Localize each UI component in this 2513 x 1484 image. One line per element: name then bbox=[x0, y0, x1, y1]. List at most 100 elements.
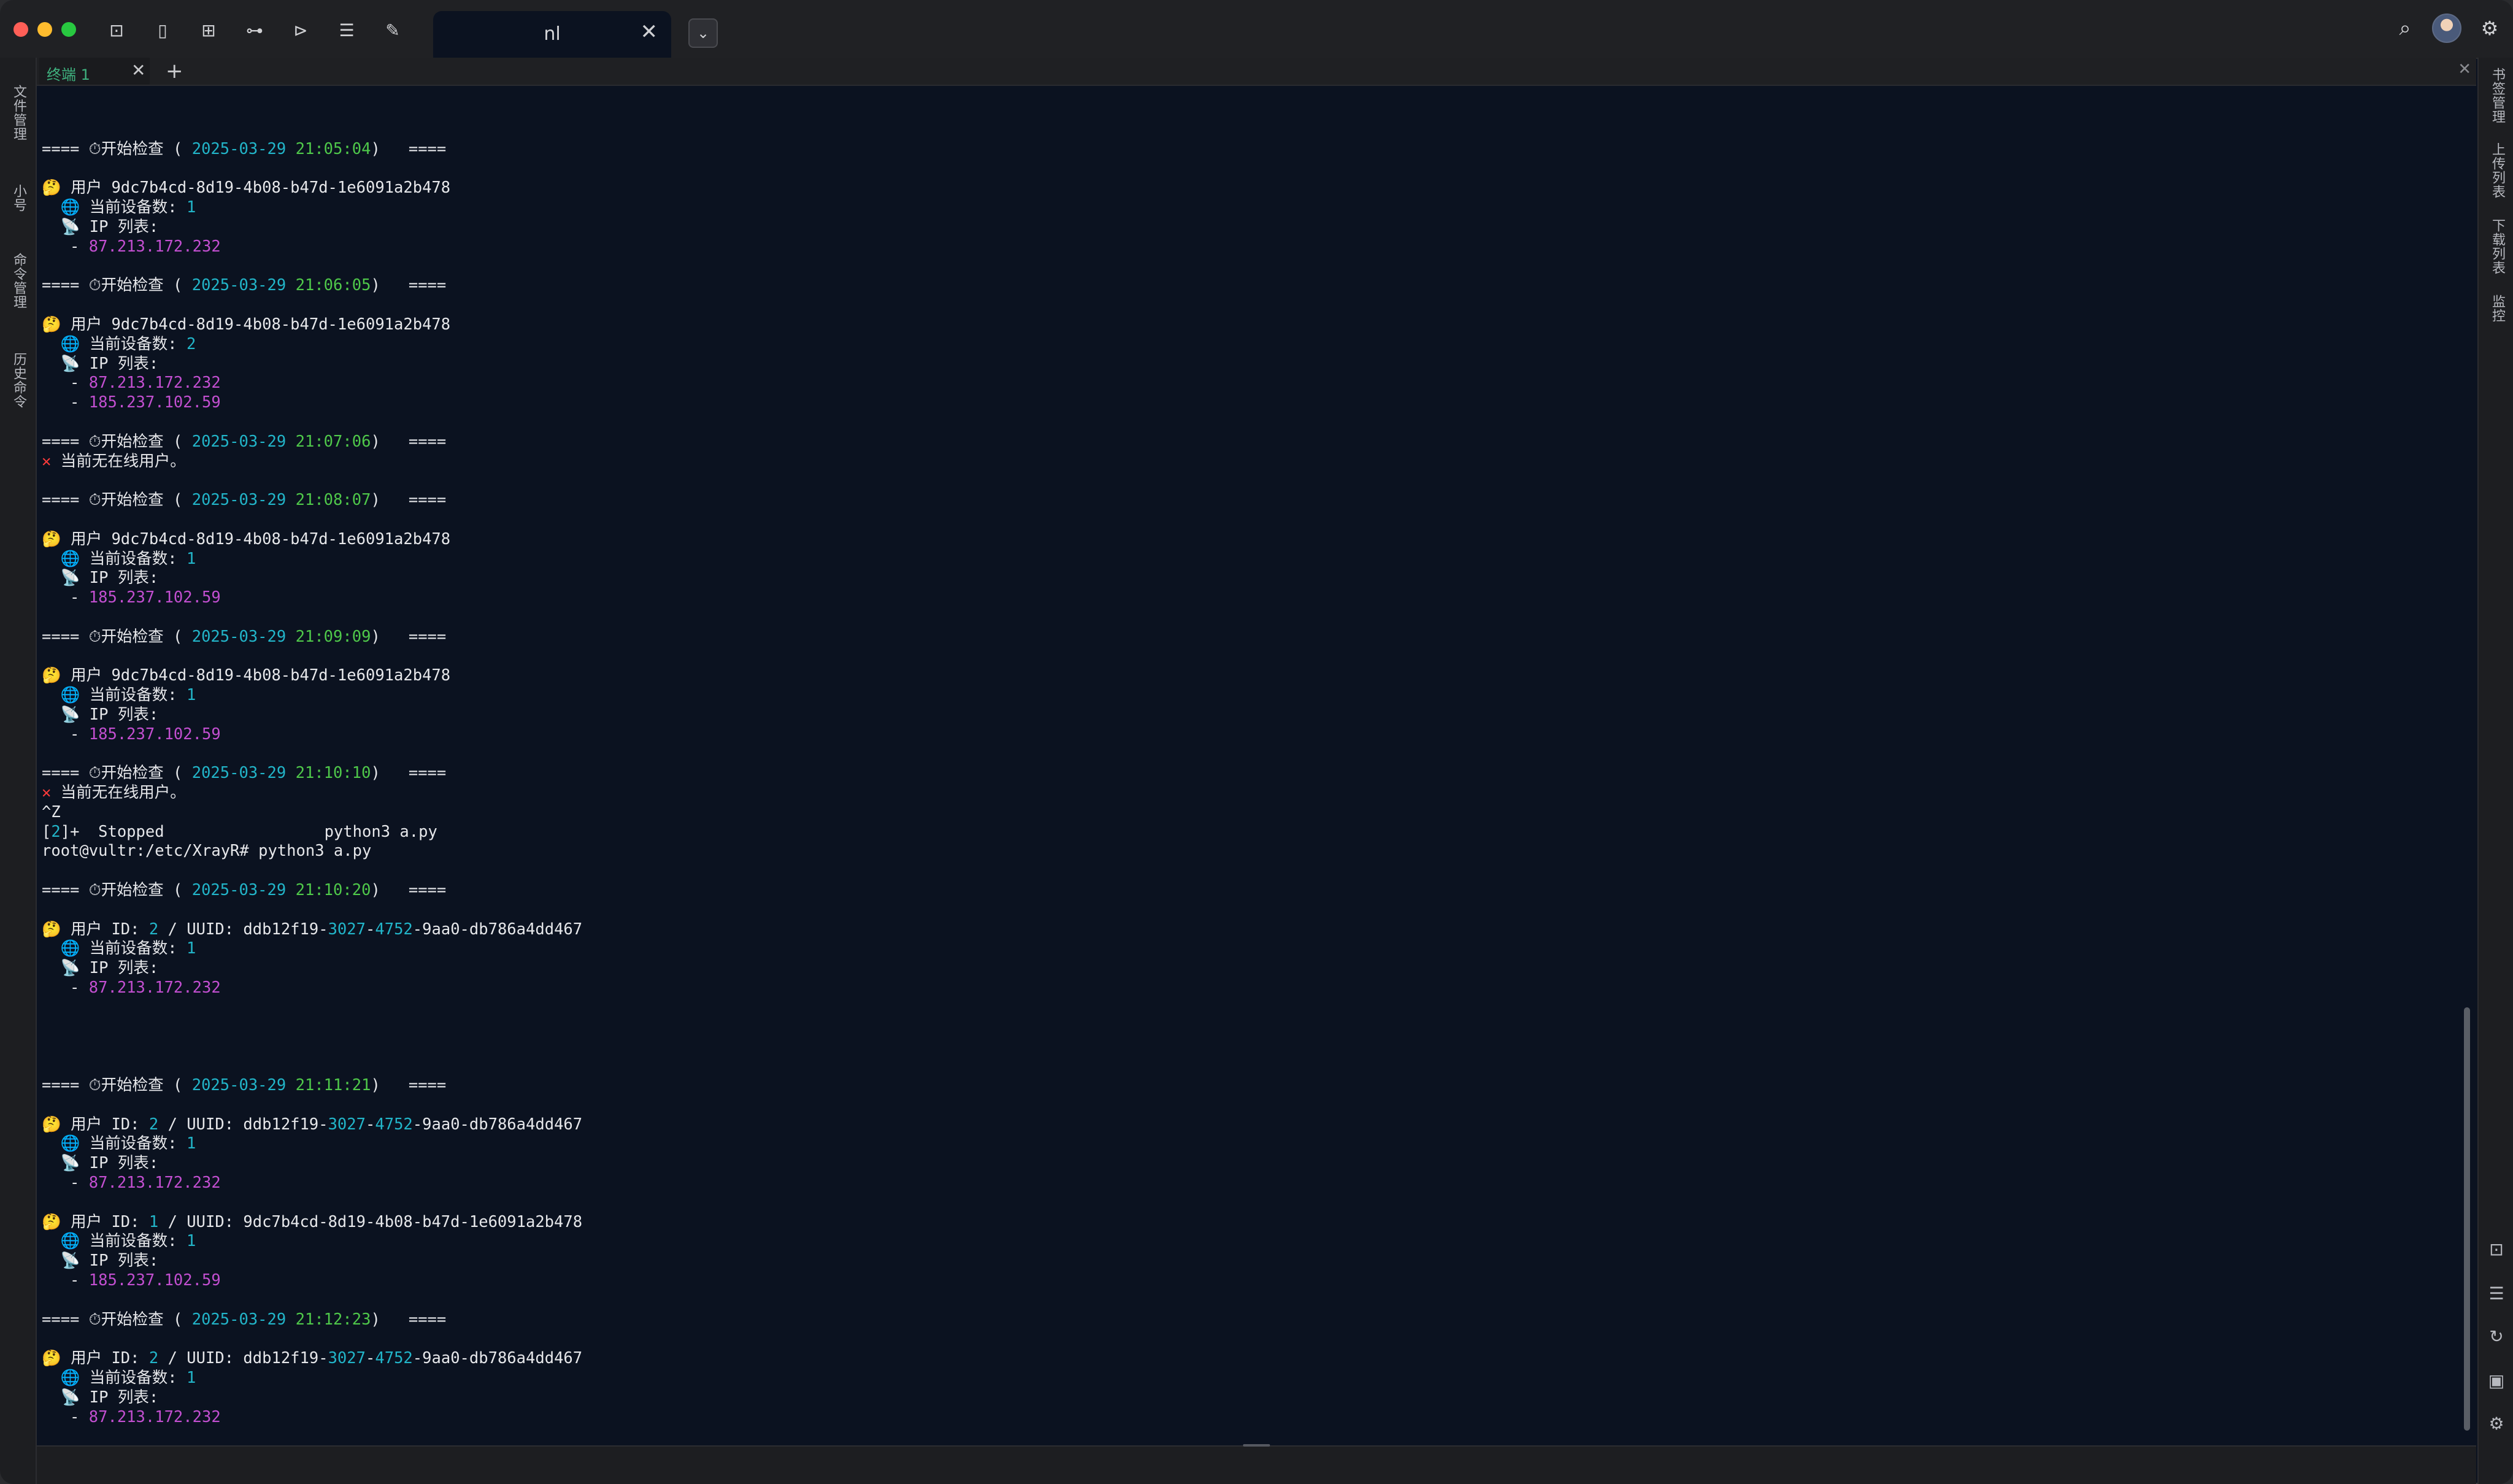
terminal-text: ==== ⏱开始检查 ( bbox=[42, 276, 192, 295]
right-sidebar: 书签管理 上传列表 下载列表 监控 ⊡ ☰ ↻ ▣ ⚙ bbox=[2477, 58, 2513, 1484]
terminal-text: ) ==== bbox=[371, 1310, 447, 1329]
terminal-line: ==== ⏱开始检查 ( 2025-03-29 21:06:05) ==== bbox=[42, 276, 2434, 296]
avatar[interactable] bbox=[2432, 13, 2461, 43]
terminal-output[interactable]: ==== ⏱开始检查 ( 2025-03-29 21:05:04) ==== 🤔… bbox=[37, 86, 2476, 1445]
terminal-text: 1 bbox=[187, 686, 196, 705]
terminal-line: 📡 IP 列表: bbox=[42, 569, 2434, 588]
terminal-line: ==== ⏱开始检查 ( 2025-03-29 21:10:10) ==== bbox=[42, 764, 2434, 783]
session-close-icon[interactable]: ✕ bbox=[131, 60, 145, 80]
terminal-text: -9aa0-db786a4dd467 bbox=[412, 1349, 583, 1368]
terminal-text: 2 bbox=[148, 1349, 159, 1368]
terminal-icon[interactable]: ⊡ bbox=[2484, 1237, 2509, 1263]
terminal-text: / UUID: ddb12f19- bbox=[158, 920, 328, 939]
wrench-icon[interactable]: ✎ bbox=[380, 18, 405, 43]
maximize-window-button[interactable] bbox=[61, 22, 76, 37]
terminal-text: - bbox=[42, 978, 89, 998]
list-icon[interactable]: ☰ bbox=[2484, 1281, 2509, 1307]
terminal-text: 🌐 当前设备数: bbox=[42, 198, 187, 217]
close-window-button[interactable] bbox=[13, 22, 28, 37]
terminal-text: [ bbox=[42, 822, 52, 841]
terminal-text: - bbox=[42, 725, 89, 744]
terminal-text: 21:08:07 bbox=[295, 491, 371, 510]
terminal-text: - bbox=[42, 1271, 89, 1290]
list-icon[interactable]: ☰ bbox=[334, 18, 359, 43]
terminal-text: 2025-03-29 bbox=[191, 881, 287, 900]
tab-terminal-1[interactable]: 终端 1 ✕ bbox=[39, 58, 150, 85]
gear-icon[interactable]: ⚙ bbox=[2476, 15, 2503, 42]
terminal-text: 📡 IP 列表: bbox=[42, 1388, 159, 1407]
terminal-scrollbar[interactable] bbox=[2464, 1007, 2470, 1431]
terminal-line: 📡 IP 列表: bbox=[42, 959, 2434, 978]
terminal-text: 21:11:21 bbox=[295, 1076, 371, 1095]
terminal-text: 21:10:20 bbox=[295, 881, 371, 900]
terminal-text: 4752 bbox=[375, 1349, 413, 1368]
terminal-text: 🤔 用户 9dc7b4cd-8d19-4b08-b47d-1e6091a2b47… bbox=[42, 315, 451, 334]
terminal-text: ) ==== bbox=[371, 276, 447, 295]
terminal-text: 1 bbox=[148, 1212, 159, 1231]
search-icon[interactable]: ⌕ bbox=[2392, 15, 2419, 42]
document-icon[interactable]: ▯ bbox=[150, 18, 175, 43]
sidebar-item-downloads[interactable]: 下载列表 bbox=[2486, 218, 2507, 275]
save-icon[interactable]: ▣ bbox=[2484, 1368, 2509, 1394]
gear-icon[interactable]: ⚙ bbox=[2484, 1411, 2509, 1437]
layout-icon[interactable]: ⊞ bbox=[196, 18, 221, 43]
tab-close-icon[interactable]: ✕ bbox=[641, 20, 658, 44]
terminal-text: 1 bbox=[187, 1232, 196, 1251]
terminal-line: 🌐 当前设备数: 1 bbox=[42, 1134, 2434, 1154]
terminal-line: 🌐 当前设备数: 1 bbox=[42, 939, 2434, 959]
add-session-button[interactable]: + bbox=[166, 59, 183, 83]
terminal-line: 🌐 当前设备数: 1 bbox=[42, 1369, 2434, 1388]
chevron-down-icon[interactable]: ⌄ bbox=[688, 18, 718, 48]
terminal-text: ==== ⏱开始检查 ( bbox=[42, 1076, 192, 1095]
tab-nl[interactable]: nl ✕ bbox=[433, 11, 671, 58]
terminal-text: 1 bbox=[187, 198, 196, 217]
sidebar-item-bookmarks[interactable]: 书签管理 bbox=[2486, 67, 2507, 124]
terminal-text: - bbox=[366, 920, 375, 939]
terminal-line: 🌐 当前设备数: 1 bbox=[42, 550, 2434, 569]
terminal-line: 🤔 用户 9dc7b4cd-8d19-4b08-b47d-1e6091a2b47… bbox=[42, 315, 2434, 335]
terminal-line: ==== ⏱开始检查 ( 2025-03-29 21:09:09) ==== bbox=[42, 628, 2434, 647]
sidebar-item-file-manager[interactable]: 文件管理 bbox=[7, 85, 28, 141]
terminal-line: 🌐 当前设备数: 1 bbox=[42, 198, 2434, 218]
terminal-text: / UUID: 9dc7b4cd-8d19-4b08-b47d-1e6091a2… bbox=[158, 1212, 583, 1231]
panel-resize-handle[interactable] bbox=[1243, 1444, 1270, 1447]
tab-title: nl bbox=[544, 23, 561, 45]
sidebar-item-alias[interactable]: 小号 bbox=[7, 184, 28, 212]
terminal-text: 🤔 用户 ID: bbox=[42, 1349, 149, 1368]
terminal-text: 2 bbox=[187, 334, 196, 353]
terminal-line: - 87.213.172.232 bbox=[42, 1174, 2434, 1193]
terminal-text: 🌐 当前设备数: bbox=[42, 686, 187, 705]
terminal-line: 🌐 当前设备数: 1 bbox=[42, 1232, 2434, 1251]
minimize-window-button[interactable] bbox=[37, 22, 52, 37]
terminal-line: 🤔 用户 ID: 1 / UUID: 9dc7b4cd-8d19-4b08-b4… bbox=[42, 1213, 2434, 1232]
terminal-line: - 87.213.172.232 bbox=[42, 978, 2434, 998]
new-terminal-icon[interactable]: ⊡ bbox=[104, 18, 129, 43]
terminal-text: / UUID: ddb12f19- bbox=[158, 1349, 328, 1368]
sidebar-item-monitor[interactable]: 监控 bbox=[2486, 294, 2507, 323]
terminal-text: 📡 IP 列表: bbox=[42, 1251, 159, 1271]
panel-close-icon[interactable]: ✕ bbox=[2458, 60, 2471, 79]
terminal-line: ✕ 当前无在线用户。 bbox=[42, 452, 2434, 472]
sidebar-item-history[interactable]: 历史命令 bbox=[7, 352, 28, 409]
terminal-text: 📡 IP 列表: bbox=[42, 569, 159, 588]
tree-icon[interactable]: ⊶ bbox=[242, 18, 267, 43]
terminal-text: 📡 IP 列表: bbox=[42, 959, 159, 978]
terminal-text: 2025-03-29 bbox=[191, 627, 287, 646]
refresh-icon[interactable]: ↻ bbox=[2484, 1324, 2509, 1350]
terminal-text: - bbox=[366, 1349, 375, 1368]
shell-icon[interactable]: ⊳ bbox=[288, 18, 313, 43]
sidebar-item-command-manager[interactable]: 命令管理 bbox=[7, 253, 28, 309]
terminal-text: 🌐 当前设备数: bbox=[42, 1134, 187, 1153]
sidebar-item-uploads[interactable]: 上传列表 bbox=[2486, 142, 2507, 199]
terminal-text: 📡 IP 列表: bbox=[42, 217, 159, 236]
terminal-text: 87.213.172.232 bbox=[88, 1407, 221, 1426]
session-tab-label: 终端 1 bbox=[47, 66, 90, 83]
